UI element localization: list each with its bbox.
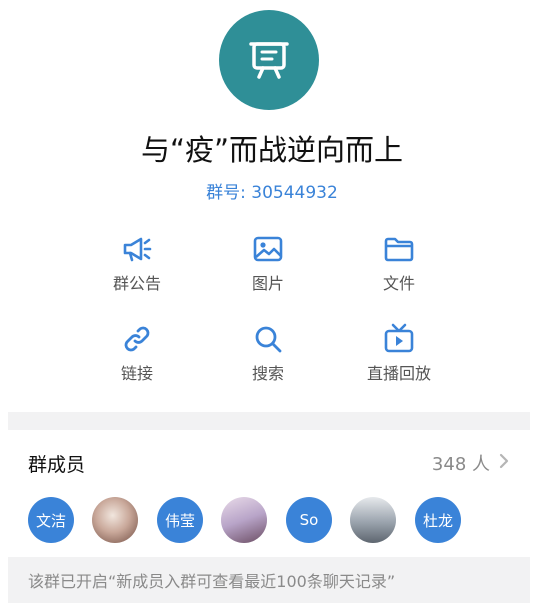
member-avatar-text: 伟莹 xyxy=(164,511,195,530)
member-avatar-text: So xyxy=(299,511,319,529)
links-button[interactable]: 链接 xyxy=(70,322,204,392)
group-number[interactable]: 群号: 30544932 xyxy=(0,181,544,205)
images-button[interactable]: 图片 xyxy=(201,232,335,302)
search-icon xyxy=(251,322,285,356)
function-grid: 群公告 图片 文件 链接 搜索 直播回放 xyxy=(70,232,470,392)
members-count: 348 人 xyxy=(431,454,490,475)
search-label: 搜索 xyxy=(251,364,284,383)
member-avatar-text: 文洁 xyxy=(35,511,66,530)
tv-icon xyxy=(382,322,416,356)
live-replay-label: 直播回放 xyxy=(366,364,431,383)
images-label: 图片 xyxy=(251,274,284,293)
member-avatar-text: 杜龙 xyxy=(422,511,453,530)
member-avatar[interactable]: 伟莹 xyxy=(157,497,203,543)
files-button[interactable]: 文件 xyxy=(332,232,466,302)
live-replay-button[interactable]: 直播回放 xyxy=(332,322,466,392)
announcement-button[interactable]: 群公告 xyxy=(70,232,204,302)
members-count-link[interactable]: 348 人 xyxy=(432,450,510,476)
files-label: 文件 xyxy=(382,274,415,293)
members-header[interactable]: 群成员 348 人 xyxy=(8,440,530,486)
member-avatar-photo[interactable] xyxy=(350,497,396,543)
search-button[interactable]: 搜索 xyxy=(201,322,335,392)
member-avatar[interactable]: 文洁 xyxy=(28,497,74,543)
member-avatar-photo[interactable] xyxy=(92,497,138,543)
link-icon xyxy=(120,322,154,356)
folder-icon xyxy=(382,232,416,266)
chevron-right-icon xyxy=(498,452,510,475)
member-avatar-photo[interactable] xyxy=(221,497,267,543)
links-label: 链接 xyxy=(120,364,153,383)
presentation-board-icon xyxy=(249,42,289,79)
members-title: 群成员 xyxy=(28,453,86,476)
group-avatar[interactable] xyxy=(219,10,319,110)
group-title: 与“疫”而战逆向而上 xyxy=(140,133,404,167)
member-avatar-row: 文洁 伟莹 So 杜龙 xyxy=(28,497,508,545)
member-avatar[interactable]: So xyxy=(286,497,332,543)
megaphone-icon xyxy=(120,232,154,266)
announcement-label: 群公告 xyxy=(112,274,161,293)
image-icon xyxy=(251,232,285,266)
member-avatar[interactable]: 杜龙 xyxy=(415,497,461,543)
history-notice: 该群已开启“新成员入群可查看最近100条聊天记录” xyxy=(8,557,530,603)
section-divider xyxy=(8,412,530,430)
history-notice-text: 该群已开启“新成员入群可查看最近100条聊天记录” xyxy=(28,572,396,591)
